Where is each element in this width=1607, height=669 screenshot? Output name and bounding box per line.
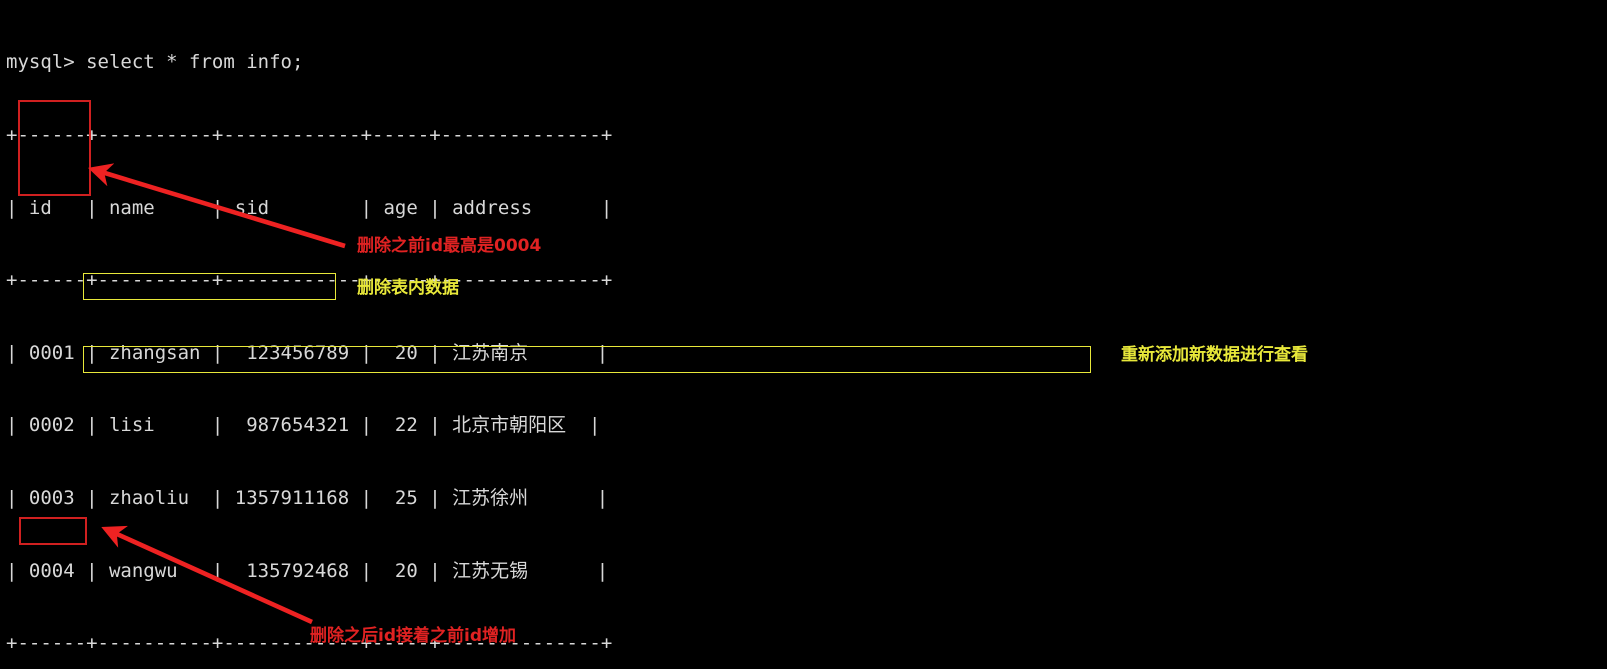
terminal-line: +------+----------+------------+-----+--…: [6, 124, 613, 146]
annotation-reinsert-to-view: 重新添加新数据进行查看: [1121, 345, 1308, 365]
table-row: | 0001 | zhangsan | 123456789 | 20 | 江苏南…: [6, 341, 609, 364]
table-row: | 0004 | wangwu | 135792468 | 20 | 江苏无锡 …: [6, 559, 609, 582]
terminal-line: +------+----------+------------+-----+--…: [6, 269, 613, 292]
table-row: | 0003 | zhaoliu | 1357911168 | 25 | 江苏徐…: [6, 486, 609, 509]
terminal-line: mysql> select * from info;: [6, 51, 304, 74]
terminal-line: | id | name | sid | age | address |: [6, 196, 613, 219]
annotation-before-max-id: 删除之前id最高是0004: [357, 236, 542, 256]
terminal-window[interactable]: mysql> select * from info; +------+-----…: [0, 0, 1607, 669]
table-row: | 0002 | lisi | 987654321 | 22 | 北京市朝阳区 …: [6, 414, 601, 437]
annotation-delete-table-data: 删除表内数据: [357, 278, 459, 298]
terminal-output: mysql> select * from info; +------+-----…: [6, 2, 1009, 669]
annotation-after-id-continues: 删除之后id接着之前id增加: [310, 626, 516, 646]
